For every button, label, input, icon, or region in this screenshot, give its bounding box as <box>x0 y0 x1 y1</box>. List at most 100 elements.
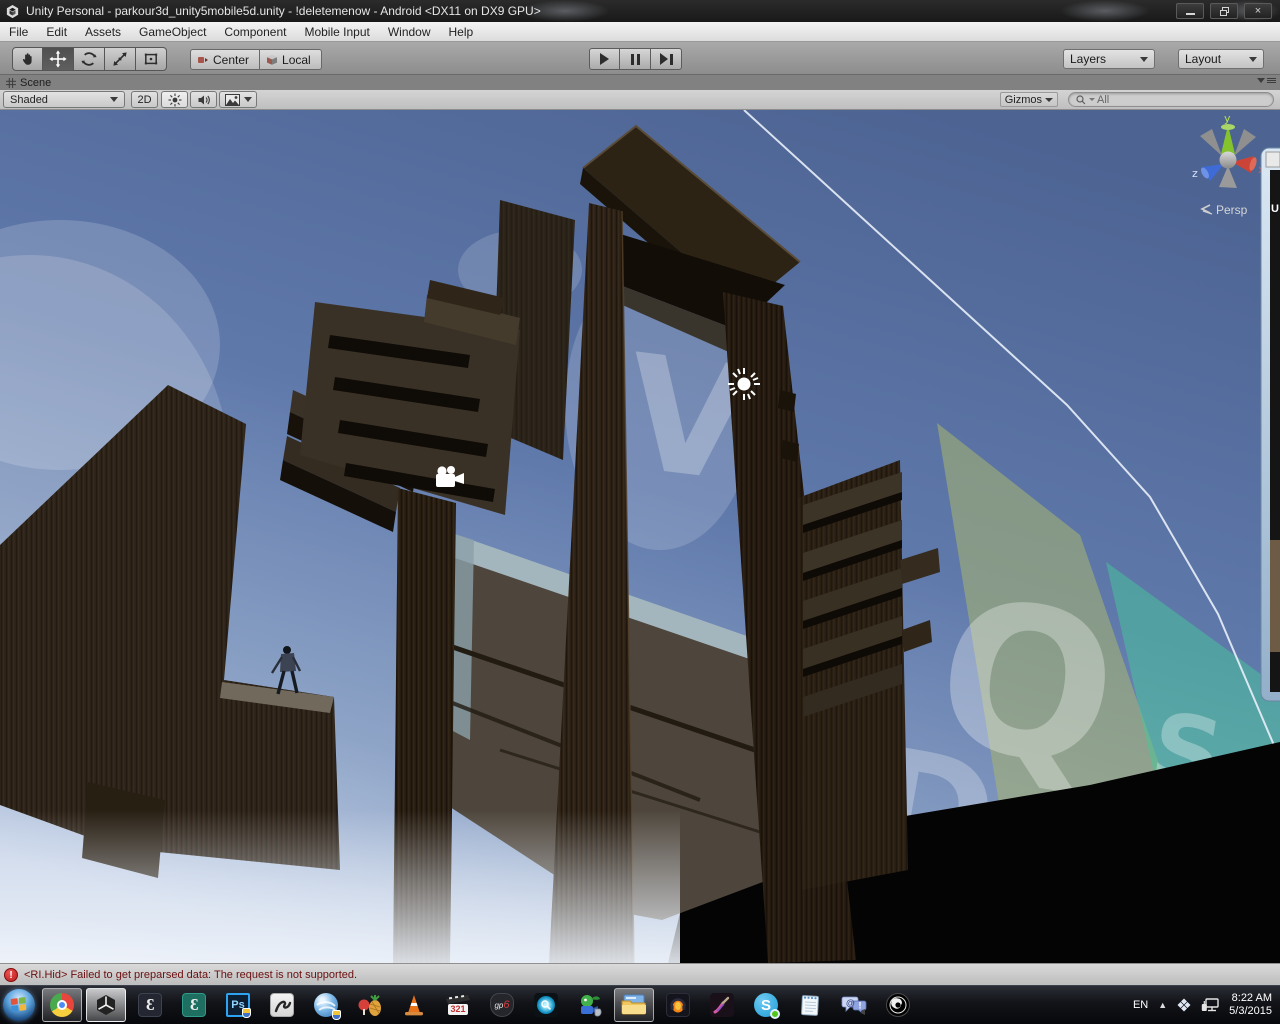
scene-viewport[interactable]: V Q D S <box>0 110 1280 963</box>
restore-button[interactable] <box>1210 3 1238 19</box>
gizmos-dropdown[interactable]: Gizmos <box>1000 92 1058 107</box>
obs-swirl-icon <box>886 993 910 1017</box>
background-window-sliver[interactable]: U <box>1261 148 1280 701</box>
photoshop-icon: Ps <box>226 993 250 1017</box>
playmode-controls <box>589 48 682 70</box>
scale-tool-button[interactable] <box>105 47 136 71</box>
svg-text:z: z <box>1192 167 1198 180</box>
taskbar-3dsmax-dark[interactable]: 3 <box>130 988 170 1022</box>
effects-dropdown-button[interactable] <box>219 91 257 108</box>
close-button[interactable]: × <box>1244 3 1272 19</box>
menu-window[interactable]: Window <box>379 25 440 39</box>
taskbar-mpc[interactable]: 321 <box>438 988 478 1022</box>
menu-help[interactable]: Help <box>440 25 483 39</box>
clock-date: 5/3/2015 <box>1229 1005 1272 1018</box>
chrome-icon <box>50 993 74 1017</box>
chevron-down-icon <box>244 97 252 102</box>
taskbar-explorer[interactable] <box>614 988 654 1022</box>
audio-toggle-button[interactable] <box>190 91 217 108</box>
title-bar[interactable]: Unity Personal - parkour3d_unity5mobile5… <box>0 0 1280 22</box>
status-bar[interactable]: ! <RI.Hid> Failed to get preparsed data:… <box>0 963 1280 985</box>
status-message: <RI.Hid> Failed to get preparsed data: T… <box>24 969 357 981</box>
step-button[interactable] <box>651 48 682 70</box>
notepad-icon <box>799 993 821 1017</box>
taskbar-obs[interactable] <box>878 988 918 1022</box>
panel-menu-button[interactable] <box>1257 77 1276 84</box>
scene-search-input[interactable]: All <box>1068 92 1274 107</box>
mpc-321-icon: 321 <box>446 995 470 1015</box>
lighting-sun-icon <box>168 93 182 107</box>
rotate-tool-button[interactable] <box>74 47 105 71</box>
chevron-down-icon <box>1089 98 1095 101</box>
menu-file[interactable]: File <box>0 25 37 39</box>
tab-scene[interactable]: Scene <box>20 77 51 89</box>
svg-text:!: ! <box>859 1001 862 1011</box>
main-toolbar: Center Local Layers Layout <box>0 42 1280 75</box>
gp6-pick-icon: gp6 <box>490 993 514 1017</box>
menu-mobile-input[interactable]: Mobile Input <box>295 25 378 39</box>
titlebar-gloss <box>1060 0 1150 22</box>
audio-speaker-icon <box>197 93 211 107</box>
google-earth-icon <box>314 993 338 1017</box>
taskbar-cocktail[interactable] <box>350 988 390 1022</box>
chevron-down-icon <box>1257 78 1265 83</box>
windows-taskbar: 3 3 Ps <box>0 985 1280 1024</box>
mascot-camera-icon <box>577 993 603 1017</box>
menu-assets[interactable]: Assets <box>76 25 130 39</box>
move-icon <box>49 50 67 68</box>
start-button[interactable] <box>3 989 35 1021</box>
lighting-toggle-button[interactable] <box>161 91 188 108</box>
taskbar-vlc[interactable] <box>394 988 434 1022</box>
2d-toggle-button[interactable]: 2D <box>131 91 158 108</box>
search-value: All <box>1097 94 1109 106</box>
pivot-local-button[interactable]: Local <box>260 49 322 70</box>
pause-button[interactable] <box>620 48 651 70</box>
error-icon: ! <box>4 968 18 982</box>
layout-dropdown[interactable]: Layout <box>1178 49 1264 69</box>
hidden-icons-arrow[interactable]: ▲ <box>1158 1000 1167 1010</box>
shading-mode-dropdown[interactable]: Shaded <box>3 91 125 108</box>
taskbar-notepad[interactable] <box>790 988 830 1022</box>
play-button[interactable] <box>589 48 620 70</box>
minimize-button[interactable] <box>1176 3 1204 19</box>
uac-shield-icon <box>242 1008 251 1018</box>
taskbar-google-earth[interactable] <box>306 988 346 1022</box>
chevron-down-icon <box>1045 98 1053 102</box>
hand-tool-button[interactable] <box>12 47 43 71</box>
taskbar-gp6[interactable]: gp6 <box>482 988 522 1022</box>
network-tray-icon[interactable] <box>1201 998 1219 1013</box>
taskbar-webcam-tool[interactable] <box>570 988 610 1022</box>
four-petal-tray-icon[interactable] <box>1177 998 1191 1012</box>
taskbar-paint-app[interactable] <box>702 988 742 1022</box>
unity-icon <box>94 993 118 1017</box>
rect-tool-button[interactable] <box>136 47 167 71</box>
uac-shield-icon <box>332 1010 341 1020</box>
menu-component[interactable]: Component <box>215 25 295 39</box>
taskbar-unity[interactable] <box>86 988 126 1022</box>
local-cube-icon <box>266 54 278 66</box>
taskbar-skype[interactable]: S <box>746 988 786 1022</box>
rect-icon <box>142 50 160 68</box>
taskbar-photoshop[interactable]: Ps <box>218 988 258 1022</box>
menu-gameobject[interactable]: GameObject <box>130 25 215 39</box>
move-tool-button[interactable] <box>43 47 74 71</box>
taskbar-clock[interactable]: 8:22 AM 5/3/2015 <box>1229 992 1272 1018</box>
language-indicator[interactable]: EN <box>1133 999 1148 1011</box>
3dsmax-teal-icon: 3 <box>182 993 206 1017</box>
hand-icon <box>19 50 37 68</box>
taskbar-media-orange[interactable] <box>658 988 698 1022</box>
layers-dropdown[interactable]: Layers <box>1063 49 1155 69</box>
transform-tools <box>12 47 167 71</box>
scene-render: V Q D S <box>0 110 1280 963</box>
taskbar-3dsmax-teal[interactable]: 3 <box>174 988 214 1022</box>
taskbar-search-tool[interactable] <box>526 988 566 1022</box>
start-orb-icon <box>11 997 27 1012</box>
pivot-center-button[interactable]: Center <box>190 49 260 70</box>
menu-edit[interactable]: Edit <box>37 25 76 39</box>
panel-tab-bar: Scene <box>0 75 1280 90</box>
taskbar-chrome[interactable] <box>42 988 82 1022</box>
folder-explorer-icon <box>621 994 647 1016</box>
taskbar-chat-app[interactable]: @ ! <box>834 988 874 1022</box>
taskbar-zbrush[interactable] <box>262 988 302 1022</box>
pivot-center-icon <box>197 54 209 66</box>
